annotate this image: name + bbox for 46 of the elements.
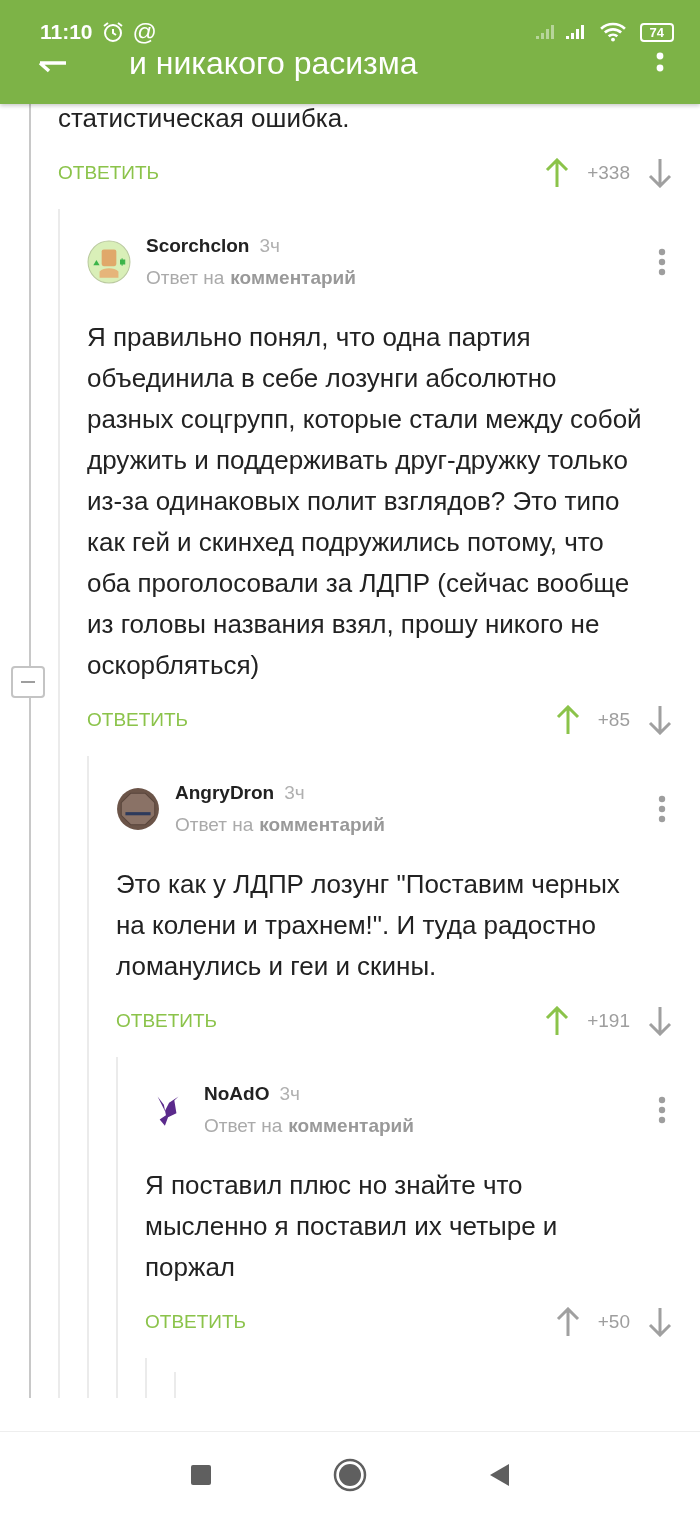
comment-text: статистическая ошибка. [58, 104, 351, 135]
battery-indicator: 74 [639, 22, 674, 42]
avatar-icon[interactable] [116, 787, 160, 831]
toolbar-title: и никакого расизма [129, 46, 419, 80]
rating-count: +85 [597, 709, 630, 731]
reply-to-link[interactable]: комментарий [288, 1115, 414, 1137]
reply-to-label: Ответ на [204, 1115, 283, 1137]
comment-text: Я правильно понял, что одна партия объединила в себе лозунги абсолютно разных соцгрупп, которые стали между собой дружить и поддерживать друг-дружку только из-за одинаковых полит взглядов? Это типо как гей и скинхед подружились потому, что оба проголосовали за ЛДПР (сейчас вообще из головы названия взял, прошу никого не оскорбляться) [87, 321, 643, 682]
notification-icon: @ [132, 18, 157, 46]
downvote-icon[interactable] [648, 705, 672, 735]
recents-icon[interactable] [189, 1462, 213, 1487]
more-icon[interactable] [658, 248, 666, 276]
downvote-icon[interactable] [648, 158, 672, 188]
signal-icon [563, 24, 586, 40]
rating-count: +50 [597, 1311, 630, 1333]
collapse-icon[interactable] [11, 666, 45, 698]
downvote-icon[interactable] [648, 1006, 672, 1036]
reply-button[interactable]: ОТВЕТИТЬ [145, 1311, 247, 1333]
downvote-icon[interactable] [648, 1307, 672, 1337]
reply-to-link[interactable]: комментарий [259, 814, 385, 836]
rating-count: +191 [587, 1010, 630, 1032]
comment-age: 3ч [284, 782, 305, 804]
comment-age: 3ч [259, 235, 280, 257]
reply-to-label: Ответ на [146, 267, 225, 289]
reply-button[interactable]: ОТВЕТИТЬ [87, 709, 189, 731]
reply-to-label: Ответ на [175, 814, 254, 836]
home-icon[interactable] [333, 1457, 367, 1492]
comment-text: Это как у ЛДПР лозунг "Поставим черных на колени и трахнем!". И туда радостно ломанулись и геи и скины. [116, 868, 621, 983]
comment-age: 3ч [279, 1083, 300, 1105]
status-time: 11:10 [40, 20, 93, 44]
rating-count: +338 [587, 162, 630, 184]
upvote-icon[interactable] [545, 158, 570, 188]
upvote-icon[interactable] [555, 1307, 580, 1337]
upvote-icon[interactable] [555, 705, 580, 735]
author-name[interactable]: AngryDron [175, 782, 275, 804]
reply-button[interactable]: ОТВЕТИТЬ [116, 1010, 218, 1032]
reply-to-link[interactable]: комментарий [230, 267, 356, 289]
author-name[interactable]: NoAdO [204, 1083, 270, 1105]
reply-button[interactable]: ОТВЕТИТЬ [58, 162, 160, 184]
author-name[interactable]: Scorchclon [146, 235, 250, 257]
wifi-icon [599, 22, 626, 42]
more-icon[interactable] [658, 1096, 666, 1124]
signal-icon [533, 24, 556, 40]
more-icon[interactable] [658, 795, 666, 823]
upvote-icon[interactable] [545, 1006, 570, 1036]
comment-text: Я поставил плюс но знайте что мысленно я поставил их четыре и поржал [145, 1169, 559, 1284]
